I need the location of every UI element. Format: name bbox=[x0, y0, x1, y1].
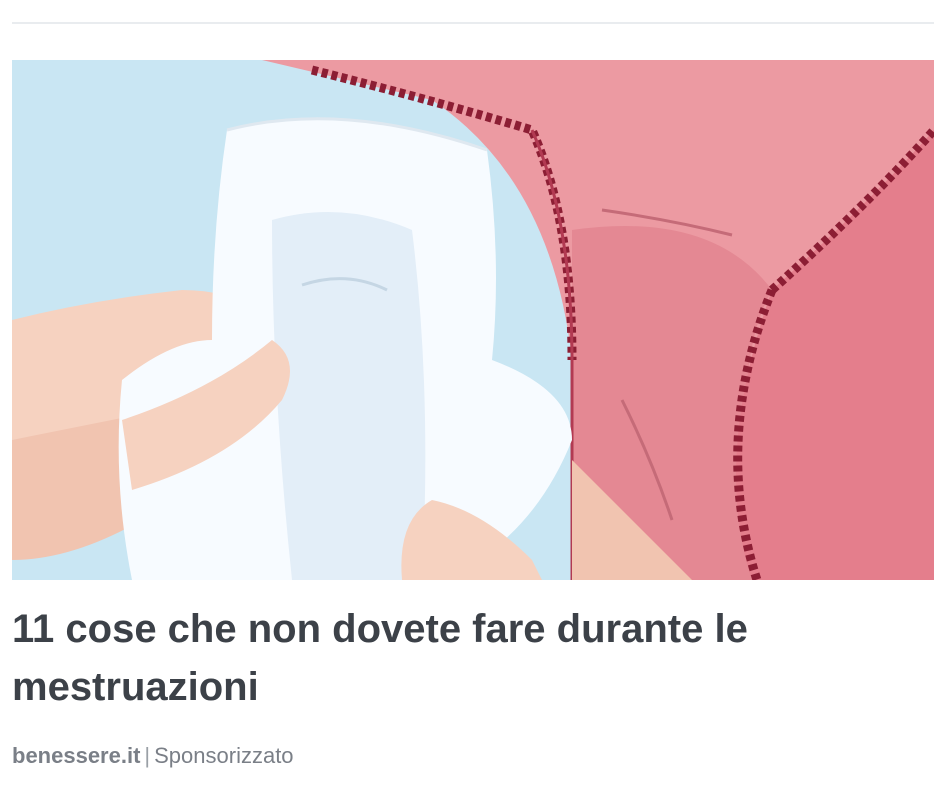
ad-thumbnail[interactable] bbox=[12, 60, 934, 580]
top-divider bbox=[12, 22, 934, 24]
ad-source[interactable]: benessere.it bbox=[12, 743, 140, 768]
meta-separator: | bbox=[144, 743, 151, 768]
ad-meta: benessere.it | Sponsorizzato bbox=[12, 742, 934, 770]
sponsored-label: Sponsorizzato bbox=[154, 743, 294, 768]
sanitary-pad-illustration bbox=[12, 60, 934, 580]
ad-headline[interactable]: 11 cose che non dovete fare durante le m… bbox=[12, 600, 912, 716]
sponsored-ad-card[interactable]: 11 cose che non dovete fare durante le m… bbox=[12, 60, 934, 770]
